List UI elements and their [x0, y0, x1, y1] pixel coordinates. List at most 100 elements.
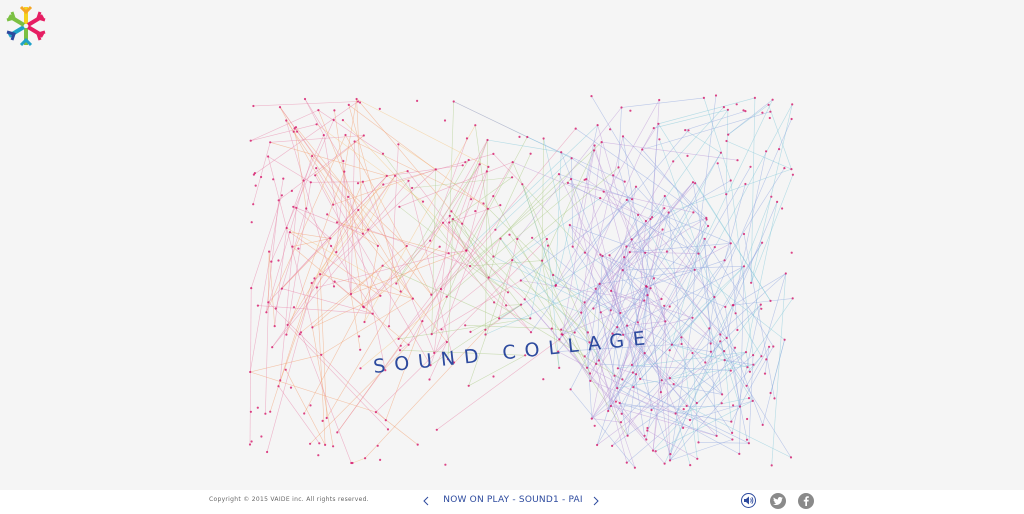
network-node [398, 349, 402, 352]
network-node [435, 428, 438, 431]
network-node [781, 207, 784, 210]
network-node [630, 363, 634, 366]
network-node [729, 369, 732, 372]
network-node [729, 242, 732, 245]
network-node [610, 289, 613, 292]
network-node [723, 259, 726, 262]
network-node [359, 367, 362, 370]
network-line [286, 182, 312, 335]
facebook-share-button[interactable] [798, 493, 814, 509]
network-line [725, 194, 738, 331]
network-line [315, 167, 431, 366]
network-node [445, 295, 448, 298]
network-node [595, 362, 598, 365]
network-line [704, 238, 774, 347]
network-node [379, 294, 382, 297]
network-node [526, 135, 529, 139]
network-line [672, 106, 725, 162]
network-node [598, 282, 601, 285]
network-node [268, 250, 271, 253]
network-node [461, 222, 464, 225]
network-node [347, 103, 350, 106]
snowflake-logo-icon[interactable] [4, 4, 48, 48]
network-line [278, 238, 331, 387]
network-node [742, 109, 745, 112]
network-node [430, 293, 433, 296]
network-node [759, 303, 762, 306]
network-node [376, 244, 379, 247]
footer-bar: Copyright © 2015 VAIDE inc. All rights r… [0, 490, 1024, 514]
network-node [269, 410, 272, 413]
network-node [596, 443, 599, 447]
network-node [729, 179, 732, 182]
network-node [356, 100, 360, 103]
network-node [362, 305, 365, 308]
network-node [620, 106, 623, 109]
network-node [752, 354, 755, 357]
network-line [271, 180, 409, 348]
network-node [784, 272, 787, 275]
network-node [790, 168, 793, 171]
network-node [724, 305, 727, 308]
network-line [285, 120, 364, 234]
network-node [619, 421, 623, 424]
network-node [381, 152, 385, 155]
previous-sound-button[interactable] [419, 492, 433, 510]
network-node [353, 140, 356, 143]
network-node [325, 416, 328, 420]
network-node [315, 123, 318, 126]
network-node [285, 226, 288, 230]
network-node [626, 324, 629, 327]
network-node [332, 203, 335, 206]
network-node [511, 259, 514, 262]
network-node [336, 431, 339, 434]
network-node [693, 268, 696, 271]
network-node [680, 336, 683, 339]
network-node [645, 285, 648, 288]
sound-collage-visualization[interactable]: SOUND COLLAGE [0, 0, 1024, 490]
network-line [671, 167, 785, 345]
network-node [474, 124, 477, 127]
network-node [621, 269, 624, 272]
network-node [387, 325, 391, 328]
network-line [717, 163, 727, 195]
network-node [361, 180, 364, 183]
network-node [395, 282, 398, 285]
network-node [778, 148, 781, 151]
network-node [448, 214, 451, 217]
network-node [311, 326, 314, 329]
network-line [430, 208, 489, 366]
network-node [745, 384, 748, 387]
network-node [523, 298, 526, 301]
network-node [254, 184, 257, 187]
network-node [709, 342, 712, 345]
network-node [520, 303, 523, 306]
sound-toggle-button[interactable] [741, 493, 756, 508]
network-node [486, 138, 489, 142]
network-line [388, 144, 399, 327]
network-node [590, 95, 593, 98]
network-node [256, 304, 259, 307]
network-node [672, 383, 675, 386]
network-node [277, 259, 280, 262]
network-node [608, 254, 611, 257]
network-node [260, 435, 263, 438]
network-node [753, 96, 757, 99]
network-node [659, 391, 663, 394]
next-sound-button[interactable] [589, 492, 603, 510]
network-node [313, 277, 316, 280]
network-node [611, 444, 614, 447]
network-node [319, 273, 322, 276]
network-node [738, 452, 741, 455]
twitter-share-button[interactable] [770, 493, 786, 509]
network-node [299, 331, 303, 334]
network-node [727, 133, 730, 136]
network-node [487, 276, 490, 279]
network-line [487, 139, 562, 153]
network-node [248, 443, 252, 446]
network-node [713, 246, 716, 249]
network-node [541, 259, 544, 262]
network-node [716, 162, 719, 165]
network-node [349, 292, 353, 296]
network-node [531, 236, 534, 239]
